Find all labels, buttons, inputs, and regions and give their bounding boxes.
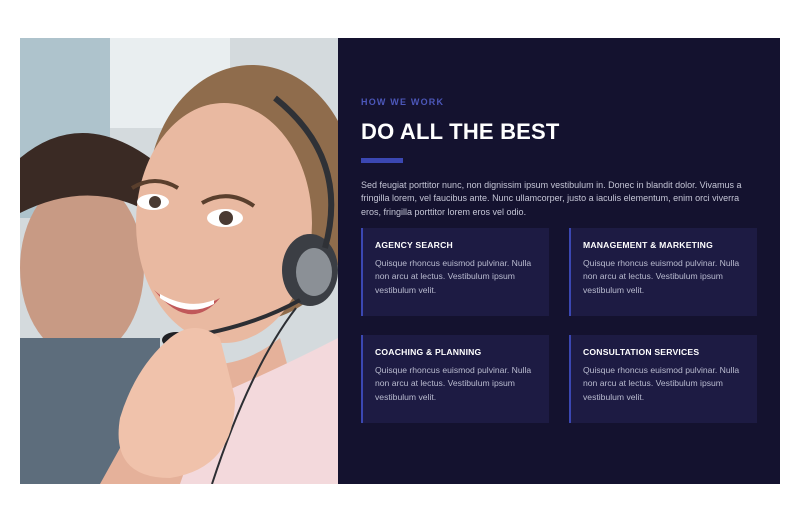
- customer-support-agent-illustration: [20, 38, 338, 484]
- content-panel: HOW WE WORK DO ALL THE BEST Sed feugiat …: [338, 38, 780, 484]
- card-text: Quisque rhoncus euismod pulvinar. Nulla …: [583, 258, 740, 295]
- card-title: CONSULTATION SERVICES: [583, 347, 700, 357]
- service-card-management-marketing: MANAGEMENT & MARKETING Quisque rhoncus e…: [569, 228, 757, 316]
- section-eyebrow: HOW WE WORK: [361, 97, 445, 107]
- support-agent-photo: [20, 38, 338, 484]
- section-title: DO ALL THE BEST: [361, 119, 560, 144]
- card-text: Quisque rhoncus euismod pulvinar. Nulla …: [375, 258, 532, 295]
- how-we-work-section: HOW WE WORK DO ALL THE BEST Sed feugiat …: [20, 38, 780, 484]
- title-accent-bar: [361, 158, 403, 163]
- card-title: AGENCY SEARCH: [375, 240, 453, 250]
- section-intro: Sed feugiat porttitor nunc, non dignissi…: [361, 180, 742, 217]
- card-title: COACHING & PLANNING: [375, 347, 482, 357]
- card-title: MANAGEMENT & MARKETING: [583, 240, 713, 250]
- service-card-agency-search: AGENCY SEARCH Quisque rhoncus euismod pu…: [361, 228, 549, 316]
- service-card-consultation-services: CONSULTATION SERVICES Quisque rhoncus eu…: [569, 335, 757, 423]
- card-text: Quisque rhoncus euismod pulvinar. Nulla …: [583, 365, 740, 402]
- service-card-coaching-planning: COACHING & PLANNING Quisque rhoncus euis…: [361, 335, 549, 423]
- card-text: Quisque rhoncus euismod pulvinar. Nulla …: [375, 365, 532, 402]
